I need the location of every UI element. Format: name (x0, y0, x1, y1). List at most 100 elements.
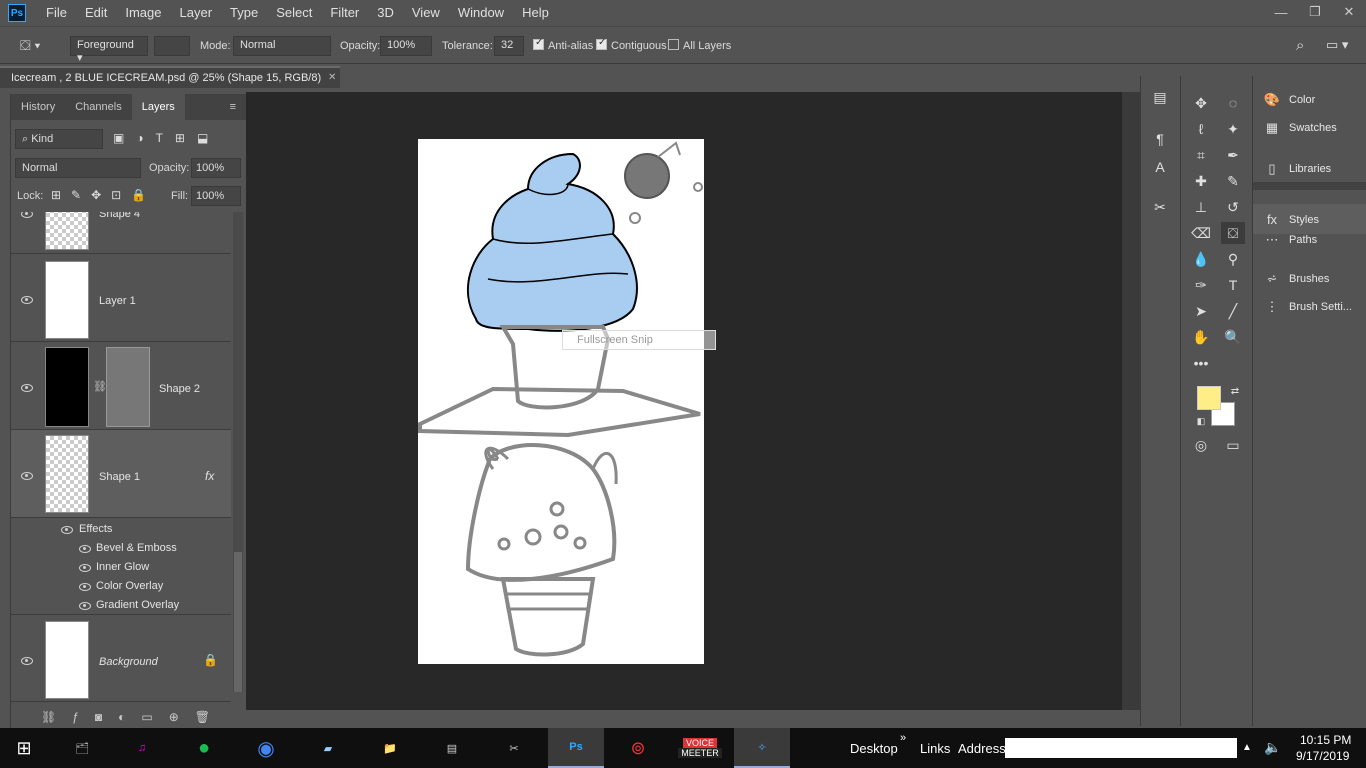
magic-wand-icon[interactable]: ✦ (1221, 118, 1245, 140)
file-manager-icon[interactable]: 🗂 (54, 728, 110, 768)
mask-thumbnail[interactable] (106, 347, 150, 427)
visibility-eye-icon[interactable] (21, 657, 33, 665)
brush-tool-icon[interactable]: ✎ (1221, 170, 1245, 192)
app-icon[interactable]: ▰ (300, 728, 356, 768)
creative-cloud-icon[interactable]: ⊚ (610, 728, 666, 768)
visibility-eye-icon[interactable] (21, 472, 33, 480)
visibility-eye-icon[interactable] (79, 545, 91, 553)
layer-opacity-input[interactable]: 100% (191, 158, 241, 178)
type-tool-icon[interactable]: T (1221, 274, 1245, 296)
pen-tool-icon[interactable]: ✑ (1189, 274, 1213, 296)
voicemeeter-icon[interactable]: VOICE MEETER (672, 728, 728, 768)
screen-mode-icon[interactable]: ▭ (1221, 434, 1245, 456)
visibility-eye-icon[interactable] (79, 564, 91, 572)
menu-filter[interactable]: Filter (321, 0, 368, 26)
effect-item[interactable]: Color Overlay (96, 580, 163, 592)
links-toolbar-label[interactable]: Links (920, 741, 950, 756)
path-selection-icon[interactable]: ➤ (1189, 300, 1213, 322)
foreground-color-swatch[interactable] (1197, 386, 1221, 410)
filter-icons[interactable]: ▣◑T⊞⬓ (113, 131, 220, 145)
show-hidden-icons-icon[interactable]: ▲ (1242, 742, 1252, 753)
character-icon[interactable]: A (1148, 156, 1172, 178)
layer-fill-input[interactable]: 100% (191, 186, 241, 206)
menu-view[interactable]: View (403, 0, 449, 26)
visibility-eye-icon[interactable] (61, 526, 73, 534)
clone-stamp-icon[interactable]: ⊥ (1189, 196, 1213, 218)
clock-date[interactable]: 9/17/2019 (1296, 749, 1349, 763)
tolerance-input[interactable]: 32 (494, 36, 524, 56)
paint-bucket-tool-preset-icon[interactable]: ⛋ ▾ (20, 37, 54, 55)
close-icon[interactable]: ✕ (1332, 0, 1366, 24)
fx-icon[interactable]: fx (205, 469, 214, 483)
paths-panel-item[interactable]: ⋯ Paths (1263, 232, 1318, 248)
workspace-icon[interactable]: ▭ ▾ (1326, 37, 1348, 53)
chrome-icon[interactable]: ◉ (238, 728, 294, 768)
menu-window[interactable]: Window (449, 0, 513, 26)
clock-time[interactable]: 10:15 PM (1300, 733, 1351, 747)
brush-settings-panel-item[interactable]: ⋮ Brush Setti... (1263, 299, 1352, 315)
start-windows-icon[interactable]: ⊞ (0, 728, 48, 768)
effect-item[interactable]: Gradient Overlay (96, 599, 179, 611)
snipping-tool-icon[interactable]: ✂ (486, 728, 542, 768)
menu-image[interactable]: Image (116, 0, 170, 26)
expand-chevron-icon[interactable]: » (900, 732, 906, 744)
marquee-tool-icon[interactable]: ◌ (1221, 92, 1245, 114)
history-brush-icon[interactable]: ↺ (1221, 196, 1245, 218)
menu-edit[interactable]: Edit (76, 0, 116, 26)
lock-icons[interactable]: ⊞✎✥⊡🔒 (51, 188, 156, 202)
dodge-tool-icon[interactable]: ⚲ (1221, 248, 1245, 270)
visibility-eye-icon[interactable] (79, 602, 91, 610)
blend-mode-select[interactable]: Normal (15, 158, 141, 178)
styles-panel-item[interactable]: fx Styles (1263, 212, 1319, 227)
menu-type[interactable]: Type (221, 0, 267, 26)
layer-row[interactable]: Background 🔒 (11, 614, 231, 702)
layer-row-selected[interactable]: Shape 1 fx (11, 430, 231, 518)
default-colors-icon[interactable]: ◧ (1189, 410, 1213, 432)
eyedropper-icon[interactable]: ✒ (1221, 144, 1245, 166)
search-icon[interactable]: ⌕ (1296, 37, 1304, 54)
antialias-checkbox[interactable] (533, 37, 544, 50)
minimize-icon[interactable]: — (1264, 0, 1298, 24)
menu-help[interactable]: Help (513, 0, 558, 26)
restore-icon[interactable]: ❐ (1298, 0, 1332, 24)
color-panel-item[interactable]: 🎨 Color (1263, 92, 1315, 108)
layer-row[interactable]: ⛓ Shape 2 (11, 342, 231, 430)
menu-file[interactable]: File (37, 0, 76, 26)
itunes-icon[interactable]: ♫ (114, 728, 170, 768)
eraser-tool-icon[interactable]: ⌫ (1189, 222, 1213, 244)
pattern-picker[interactable] (154, 36, 190, 56)
layer-row[interactable]: Shape 4 (11, 212, 231, 254)
healing-brush-icon[interactable]: ✚ (1189, 170, 1213, 192)
lasso-tool-icon[interactable]: ℓ (1189, 118, 1213, 140)
paint-bucket-tool-icon[interactable]: ⛋ (1221, 222, 1245, 244)
line-tool-icon[interactable]: ╱ (1221, 300, 1245, 322)
paragraph-icon[interactable]: ¶ (1148, 128, 1172, 150)
all-layers-checkbox[interactable] (668, 39, 679, 50)
contiguous-checkbox[interactable] (596, 37, 607, 50)
effect-item[interactable]: Inner Glow (96, 561, 149, 573)
quick-mask-icon[interactable]: ◎ (1189, 434, 1213, 456)
tab-channels[interactable]: Channels (65, 94, 131, 120)
layers-scrollbar[interactable] (233, 212, 243, 692)
vertical-scrollbar[interactable] (1122, 92, 1140, 710)
address-input[interactable] (1005, 738, 1237, 758)
move-tool-icon[interactable]: ✥ (1189, 92, 1213, 114)
visibility-eye-icon[interactable] (21, 212, 33, 218)
libraries-panel-item[interactable]: ▯ Libraries (1263, 161, 1331, 177)
properties-icon[interactable]: ▤ (1148, 86, 1172, 108)
hand-tool-icon[interactable]: ✋ (1189, 326, 1213, 348)
swatches-panel-item[interactable]: ▦ Swatches (1263, 120, 1337, 136)
tab-layers[interactable]: Layers (131, 94, 185, 120)
menu-layer[interactable]: Layer (171, 0, 222, 26)
visibility-eye-icon[interactable] (21, 384, 33, 392)
mode-select[interactable]: Normal (233, 36, 331, 56)
more-tools-icon[interactable]: ••• (1189, 352, 1213, 374)
visibility-eye-icon[interactable] (79, 583, 91, 591)
layer-filter-select[interactable]: ⌕ Kind (15, 129, 103, 149)
desktop-toolbar-label[interactable]: Desktop (850, 741, 898, 756)
tab-history[interactable]: History (11, 94, 65, 120)
battle-net-icon[interactable]: ✧ (734, 728, 790, 768)
effect-item[interactable]: Bevel & Emboss (96, 542, 177, 554)
photoshop-taskbar-icon[interactable]: Ps (548, 728, 604, 768)
panel-menu-icon[interactable]: ≡ (220, 94, 246, 120)
